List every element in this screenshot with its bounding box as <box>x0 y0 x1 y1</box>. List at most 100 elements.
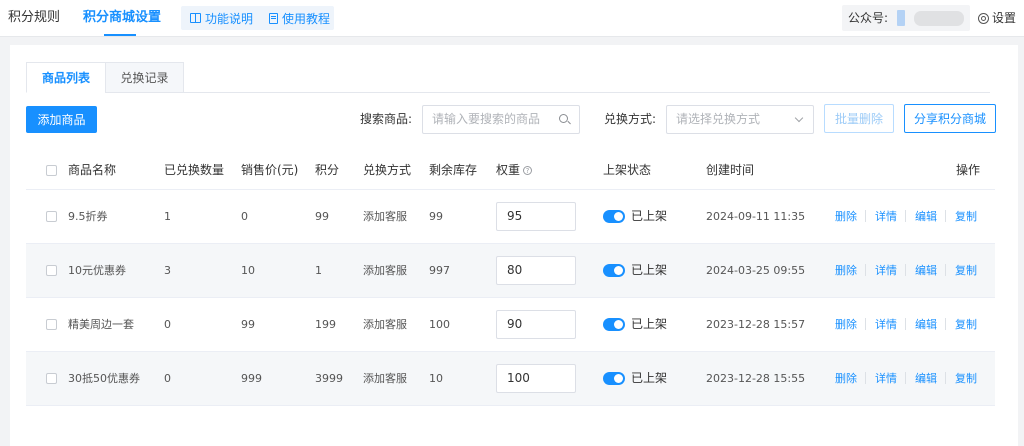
status-toggle[interactable] <box>603 210 625 223</box>
delete-link[interactable]: 删除 <box>835 190 857 243</box>
settings-label: 设置 <box>992 11 1017 25</box>
chevron-down-icon <box>794 113 804 123</box>
row-checkbox[interactable] <box>46 373 57 384</box>
share-mall-button[interactable]: 分享积分商城 <box>904 104 996 133</box>
cell-exchanged: 0 <box>164 318 171 331</box>
copy-link[interactable]: 复制 <box>955 190 977 243</box>
select-all-checkbox[interactable] <box>46 165 57 176</box>
cell-price: 10 <box>241 264 255 277</box>
col-price: 销售价(元) <box>241 163 299 177</box>
search-label: 搜索商品: <box>360 112 413 126</box>
row-checkbox[interactable] <box>46 319 57 330</box>
cell-stock: 997 <box>429 264 450 277</box>
search-input[interactable]: 请输入要搜索的商品 <box>422 105 580 134</box>
action-divider <box>945 264 946 276</box>
action-divider <box>865 372 866 384</box>
cell-method: 添加客服 <box>363 318 407 331</box>
nav-mall-settings[interactable]: 积分商城设置 <box>83 0 161 37</box>
tutorial-label: 使用教程 <box>282 11 331 26</box>
help-icon[interactable]: ? <box>523 166 533 175</box>
status-label: 已上架 <box>631 263 668 277</box>
search-placeholder: 请输入要搜索的商品 <box>432 112 541 126</box>
delete-link[interactable]: 删除 <box>835 244 857 297</box>
exchange-method-label: 兑换方式: <box>604 112 657 126</box>
copy-link[interactable]: 复制 <box>955 298 977 351</box>
tab-product-list[interactable]: 商品列表 <box>26 62 106 93</box>
weight-input[interactable]: 100 <box>496 364 576 393</box>
col-ops: 操作 <box>956 163 981 177</box>
col-exchanged: 已兑换数量 <box>164 163 225 177</box>
cell-created: 2023-12-28 15:55 <box>706 372 806 385</box>
cell-price: 99 <box>241 318 255 331</box>
detail-link[interactable]: 详情 <box>875 244 897 297</box>
exchange-method-placeholder: 请选择兑换方式 <box>676 112 761 126</box>
edit-link[interactable]: 编辑 <box>915 190 937 243</box>
settings-link[interactable]: 设置 <box>978 0 1016 36</box>
delete-link[interactable]: 删除 <box>835 298 857 351</box>
weight-input[interactable]: 80 <box>496 256 576 285</box>
action-divider <box>945 318 946 330</box>
cell-stock: 100 <box>429 318 450 331</box>
status-toggle[interactable] <box>603 372 625 385</box>
status-toggle[interactable] <box>603 318 625 331</box>
tab-exchange-records[interactable]: 兑换记录 <box>105 62 184 93</box>
copy-link[interactable]: 复制 <box>955 244 977 297</box>
table-row: 精美周边一套 0 99 199 添加客服 100 90 已上架 2023-12-… <box>26 298 995 352</box>
cell-name: 精美周边一套 <box>68 318 134 331</box>
status-label: 已上架 <box>631 209 668 223</box>
bulk-delete-button[interactable]: 批量删除 <box>824 104 894 133</box>
action-divider <box>865 318 866 330</box>
cell-points: 1 <box>315 264 322 277</box>
col-status: 上架状态 <box>603 163 652 177</box>
account-selector[interactable]: 公众号: <box>842 5 970 31</box>
status-toggle[interactable] <box>603 264 625 277</box>
edit-link[interactable]: 编辑 <box>915 352 937 405</box>
add-product-button[interactable]: 添加商品 <box>26 106 97 133</box>
action-divider <box>865 210 866 222</box>
row-checkbox[interactable] <box>46 211 57 222</box>
col-weight: 权重? <box>496 152 533 189</box>
cell-method: 添加客服 <box>363 264 407 277</box>
nav-points-rules[interactable]: 积分规则 <box>8 0 60 37</box>
cell-points: 99 <box>315 210 329 223</box>
delete-link[interactable]: 删除 <box>835 352 857 405</box>
edit-link[interactable]: 编辑 <box>915 298 937 351</box>
action-divider <box>905 372 906 384</box>
detail-link[interactable]: 详情 <box>875 190 897 243</box>
table-row: 10元优惠券 3 10 1 添加客服 997 80 已上架 2024-03-25… <box>26 244 995 298</box>
cell-method: 添加客服 <box>363 372 407 385</box>
main-card: 商品列表 兑换记录 添加商品 搜索商品: 请输入要搜索的商品 兑换方式: 请选择… <box>10 45 1018 446</box>
cell-created: 2024-09-11 11:35 <box>706 210 806 223</box>
action-divider <box>905 318 906 330</box>
tab-bar: 商品列表 兑换记录 <box>26 62 990 93</box>
doc-icon <box>269 12 279 24</box>
copy-link[interactable]: 复制 <box>955 352 977 405</box>
cell-method: 添加客服 <box>363 210 407 223</box>
edit-link[interactable]: 编辑 <box>915 244 937 297</box>
account-avatar <box>897 10 905 26</box>
detail-link[interactable]: 详情 <box>875 298 897 351</box>
detail-link[interactable]: 详情 <box>875 352 897 405</box>
col-stock: 剩余库存 <box>429 163 478 177</box>
cell-created: 2024-03-25 09:55 <box>706 264 806 277</box>
tutorial-link[interactable]: 使用教程 <box>269 10 330 27</box>
search-icon[interactable] <box>559 114 568 123</box>
cell-points: 199 <box>315 318 336 331</box>
cell-exchanged: 3 <box>164 264 171 277</box>
row-checkbox[interactable] <box>46 265 57 276</box>
cell-created: 2023-12-28 15:57 <box>706 318 806 331</box>
action-divider <box>905 264 906 276</box>
account-name-blurred <box>914 11 964 26</box>
status-label: 已上架 <box>631 317 668 331</box>
weight-input[interactable]: 95 <box>496 202 576 231</box>
weight-input[interactable]: 90 <box>496 310 576 339</box>
col-name: 商品名称 <box>68 163 117 177</box>
function-doc-label: 功能说明 <box>205 11 254 26</box>
product-table: 商品名称 已兑换数量 销售价(元) 积分 兑换方式 剩余库存 权重? 上架状态 … <box>26 152 995 406</box>
action-divider <box>865 264 866 276</box>
exchange-method-select[interactable]: 请选择兑换方式 <box>666 105 814 134</box>
function-doc-link[interactable]: 功能说明 <box>190 10 253 27</box>
gear-icon <box>978 12 989 24</box>
table-row: 30抵50优惠券 0 999 3999 添加客服 10 100 已上架 2023… <box>26 352 995 406</box>
cell-exchanged: 0 <box>164 372 171 385</box>
